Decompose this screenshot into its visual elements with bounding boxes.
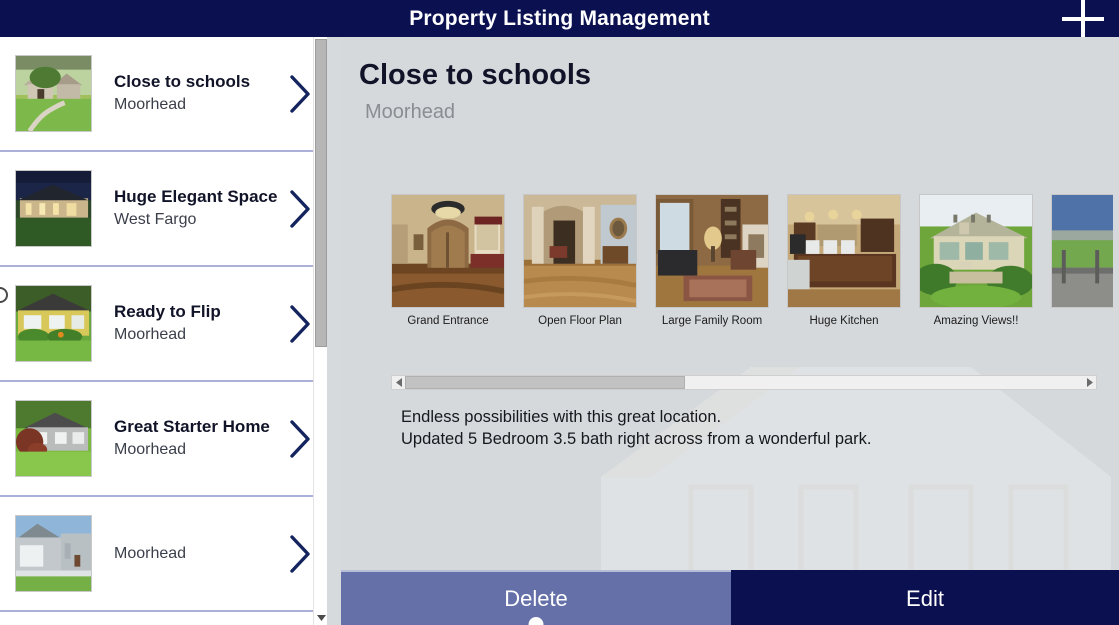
plus-icon — [1061, 0, 1105, 41]
page-title: Property Listing Management — [409, 6, 710, 30]
list-item-title: Ready to Flip — [114, 302, 221, 322]
list-item-text: Moorhead — [114, 543, 277, 565]
gray-garage-house-photo — [15, 515, 92, 592]
list-item-text: Ready to Flip Moorhead — [114, 301, 277, 346]
gallery-caption: Huge Kitchen — [809, 315, 879, 327]
detail-title: Close to schools — [359, 59, 592, 91]
list-item[interactable]: Moorhead — [0, 497, 327, 612]
list-item-title: Huge Elegant Space — [114, 187, 277, 207]
edit-button[interactable]: Edit — [731, 570, 1119, 625]
gallery-item[interactable]: Large Family Room — [655, 194, 769, 327]
photo-gallery: Grand Entrance Open Floor Plan Large Fam… — [391, 194, 1113, 354]
kitchen-dining-table-photo[interactable] — [787, 194, 901, 308]
list-item[interactable]: Ready to Flip Moorhead — [0, 267, 327, 382]
add-listing-button[interactable] — [1055, 0, 1111, 40]
list-item[interactable]: Huge Elegant Space West Fargo — [0, 152, 327, 267]
listing-detail-pane: Close to schools Moorhead Grand Entrance… — [341, 37, 1119, 625]
listing-description: Endless possibilities with this great lo… — [401, 407, 1081, 451]
hallway-columns-photo[interactable] — [523, 194, 637, 308]
yellow-house-photo — [15, 285, 92, 362]
detail-subtitle: Moorhead — [365, 101, 456, 123]
list-item-subtitle: Moorhead — [114, 326, 187, 344]
list-item-text: Great Starter Home Moorhead — [114, 416, 277, 461]
list-item-subtitle: West Fargo — [114, 211, 197, 229]
house-night-exterior-photo — [15, 170, 92, 247]
caret-left-icon[interactable] — [392, 376, 405, 389]
living-room-fireplace-photo[interactable] — [655, 194, 769, 308]
list-item-text: Huge Elegant Space West Fargo — [114, 186, 277, 231]
gallery-item[interactable]: Open Floor Plan — [523, 194, 637, 327]
gallery-caption: Grand Entrance — [407, 315, 489, 327]
gallery-caption: Large Family Room — [661, 315, 763, 327]
edit-button-label: Edit — [906, 585, 944, 611]
delete-button-label: Delete — [504, 585, 568, 611]
listing-list: Close to schools Moorhead Huge Elegant S… — [0, 37, 327, 612]
list-item-title: Great Starter Home — [114, 417, 270, 437]
gallery-horizontal-scrollbar[interactable] — [391, 375, 1097, 390]
gallery-item[interactable]: Amazing Views!! — [919, 194, 1033, 327]
action-bar: Delete Edit — [341, 570, 1119, 625]
gallery-item[interactable] — [1051, 194, 1113, 315]
list-item-subtitle: Moorhead — [114, 441, 187, 459]
touch-indicator-icon — [528, 617, 544, 625]
gallery-caption: Amazing Views!! — [933, 315, 1019, 327]
backyard-house-exterior-photo[interactable] — [919, 194, 1033, 308]
sidebar-scrollbar-thumb[interactable] — [315, 39, 327, 347]
gallery-item[interactable]: Huge Kitchen — [787, 194, 901, 327]
photo-gallery-strip: Grand Entrance Open Floor Plan Large Fam… — [391, 194, 1113, 354]
list-item-title: Close to schools — [114, 72, 251, 92]
list-item-subtitle: Moorhead — [114, 96, 187, 114]
listing-sidebar: Close to schools Moorhead Huge Elegant S… — [0, 37, 341, 625]
delete-button[interactable]: Delete — [341, 570, 731, 625]
caret-down-icon[interactable] — [314, 609, 328, 625]
caret-right-icon[interactable] — [1083, 376, 1096, 389]
gray-ranch-house-photo — [15, 400, 92, 477]
sidebar-scrollbar[interactable] — [313, 37, 327, 625]
gallery-caption: Open Floor Plan — [538, 315, 622, 327]
foyer-arched-door-photo[interactable] — [391, 194, 505, 308]
house-exterior-stone-photo — [15, 55, 92, 132]
gallery-item[interactable]: Grand Entrance — [391, 194, 505, 327]
sidebar-edge-filler — [327, 37, 341, 625]
list-item[interactable]: Great Starter Home Moorhead — [0, 382, 327, 497]
description-line-1: Endless possibilities with this great lo… — [401, 408, 722, 426]
app-header: Property Listing Management — [0, 0, 1119, 40]
list-item-text: Close to schools Moorhead — [114, 71, 277, 116]
deck-view-photo[interactable] — [1051, 194, 1113, 308]
list-item-subtitle: Moorhead — [114, 544, 187, 562]
description-line-2: Updated 5 Bedroom 3.5 bath right across … — [401, 429, 872, 448]
gallery-scrollbar-thumb[interactable] — [405, 376, 685, 389]
gallery-scrollbar-track[interactable] — [405, 376, 1083, 389]
list-item[interactable]: Close to schools Moorhead — [0, 37, 327, 152]
